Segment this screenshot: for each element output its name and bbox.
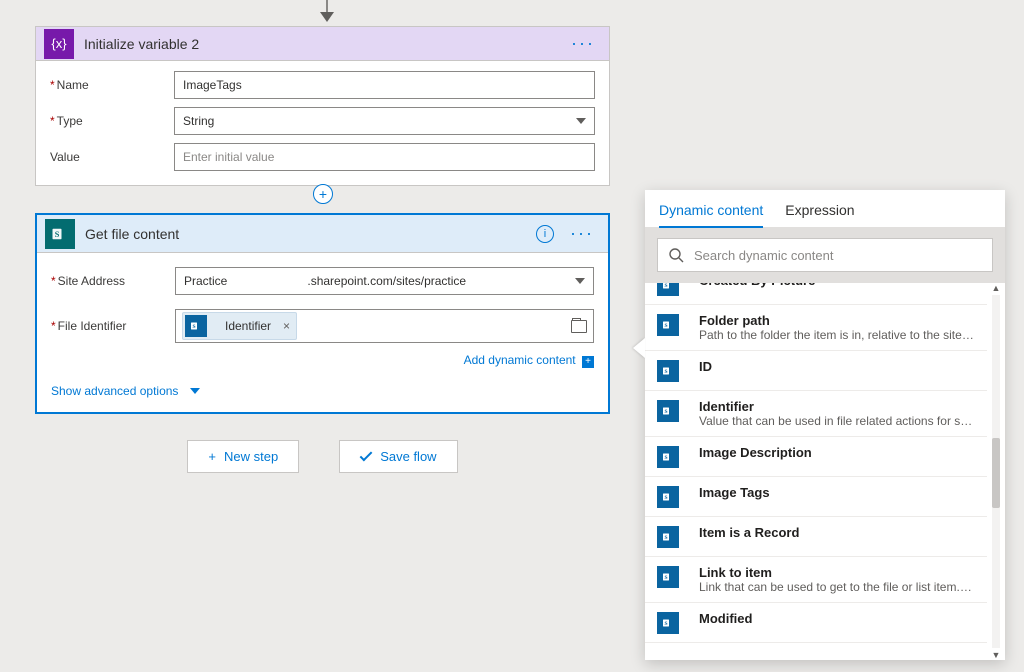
plus-icon: + — [582, 356, 594, 368]
svg-text:S: S — [665, 283, 668, 289]
file-identifier-input[interactable]: S Identifier × — [175, 309, 594, 343]
dynamic-content-item[interactable]: S Image Description — [645, 437, 987, 477]
new-step-button[interactable]: + New step — [187, 440, 299, 473]
svg-text:S: S — [665, 455, 668, 461]
dynamic-content-item[interactable]: S Link to itemLink that can be used to ge… — [645, 557, 987, 603]
sharepoint-icon: S — [657, 566, 679, 588]
scrollbar[interactable]: ▲ ▼ — [989, 283, 1003, 660]
svg-text:S: S — [665, 495, 668, 501]
sharepoint-icon: S — [657, 612, 679, 634]
dynamic-content-item[interactable]: S ID — [645, 351, 987, 391]
save-flow-button[interactable]: Save flow — [339, 440, 457, 473]
dc-item-name: Link to item — [699, 565, 975, 580]
dynamic-content-panel: Dynamic content Expression Search dynami… — [645, 190, 1005, 660]
chevron-down-icon — [575, 278, 585, 284]
svg-text:S: S — [665, 575, 668, 581]
info-icon[interactable]: i — [536, 225, 554, 243]
dynamic-content-list: S Created By Picture S Folder pathPath to t… — [645, 282, 987, 660]
dynamic-token-identifier[interactable]: S Identifier × — [182, 312, 297, 340]
chevron-down-icon — [576, 118, 586, 124]
svg-text:S: S — [665, 409, 668, 415]
insert-step-button[interactable]: + — [313, 184, 333, 204]
svg-text:S: S — [665, 323, 668, 329]
dc-item-desc: Link that can be used to get to the file… — [699, 580, 975, 594]
sharepoint-icon: S — [657, 360, 679, 382]
action-header[interactable]: {x} Initialize variable 2 ··· — [36, 27, 609, 61]
dynamic-content-item[interactable]: S IdentifierValue that can be used in fil… — [645, 391, 987, 437]
variable-icon: {x} — [44, 29, 74, 59]
action-title: Initialize variable 2 — [84, 36, 565, 52]
field-label-type: *Type — [50, 114, 174, 128]
action-menu-button[interactable]: ··· — [565, 33, 601, 54]
dc-item-name: Identifier — [699, 399, 975, 414]
action-initialize-variable: {x} Initialize variable 2 ··· *Name Imag… — [35, 26, 610, 186]
dynamic-content-item[interactable]: S Created By Picture — [645, 282, 987, 305]
svg-text:S: S — [665, 621, 668, 627]
sharepoint-icon: S — [657, 446, 679, 468]
action-menu-button[interactable]: ··· — [564, 223, 600, 244]
add-dynamic-content-link[interactable]: Add dynamic content + — [37, 353, 608, 374]
dc-item-name: Created By Picture — [699, 282, 975, 288]
svg-text:S: S — [55, 230, 60, 239]
dc-item-name: Modified — [699, 611, 975, 626]
value-input[interactable]: Enter initial value — [174, 143, 595, 171]
dc-item-desc: Path to the folder the item is in, relat… — [699, 328, 975, 342]
tab-dynamic-content[interactable]: Dynamic content — [659, 202, 763, 228]
chevron-down-icon — [190, 388, 200, 394]
action-get-file-content: S Get file content i ··· *Site Address P… — [35, 213, 610, 414]
panel-tabs: Dynamic content Expression — [645, 190, 1005, 228]
flow-actions: + New step Save flow — [35, 440, 610, 473]
field-label-fileid: *File Identifier — [51, 319, 175, 333]
scroll-up-icon[interactable]: ▲ — [990, 283, 1002, 293]
type-select[interactable]: String — [174, 107, 595, 135]
sharepoint-icon: S — [657, 282, 679, 296]
search-placeholder: Search dynamic content — [694, 248, 833, 263]
dc-item-name: Folder path — [699, 313, 975, 328]
sharepoint-icon: S — [657, 314, 679, 336]
check-icon — [360, 449, 373, 462]
scroll-thumb[interactable] — [992, 438, 1000, 508]
sharepoint-icon: S — [45, 219, 75, 249]
dc-item-desc: Value that can be used in file related a… — [699, 414, 975, 428]
sharepoint-icon: S — [657, 526, 679, 548]
action-title: Get file content — [85, 226, 536, 242]
show-advanced-options-link[interactable]: Show advanced options — [37, 374, 608, 412]
dynamic-content-item[interactable]: S Modified — [645, 603, 987, 643]
sharepoint-icon: S — [185, 315, 207, 337]
field-label-site: *Site Address — [51, 274, 175, 288]
connector-top — [321, 0, 333, 22]
field-label-value: Value — [50, 150, 174, 164]
svg-text:S: S — [665, 369, 668, 375]
name-input[interactable]: ImageTags — [174, 71, 595, 99]
search-icon — [668, 247, 684, 263]
folder-picker-icon[interactable] — [571, 320, 587, 333]
sharepoint-icon: S — [657, 486, 679, 508]
dc-item-name: ID — [699, 359, 975, 374]
dynamic-content-item[interactable]: S Item is a Record — [645, 517, 987, 557]
search-input[interactable]: Search dynamic content — [657, 238, 993, 272]
token-remove-button[interactable]: × — [279, 319, 294, 333]
dc-item-name: Image Description — [699, 445, 975, 460]
dc-item-name: Image Tags — [699, 485, 975, 500]
dc-item-name: Item is a Record — [699, 525, 975, 540]
dynamic-content-item[interactable]: S Folder pathPath to the folder the item … — [645, 305, 987, 351]
field-label-name: *Name — [50, 78, 174, 92]
tab-expression[interactable]: Expression — [785, 202, 854, 227]
scroll-down-icon[interactable]: ▼ — [990, 650, 1002, 660]
svg-text:S: S — [665, 535, 668, 541]
sharepoint-icon: S — [657, 400, 679, 422]
svg-text:S: S — [193, 324, 196, 330]
site-address-select[interactable]: Practice .sharepoint.com/sites/practice — [175, 267, 594, 295]
panel-callout-pointer — [633, 338, 645, 358]
action-header[interactable]: S Get file content i ··· — [37, 215, 608, 253]
dynamic-content-item[interactable]: S Image Tags — [645, 477, 987, 517]
